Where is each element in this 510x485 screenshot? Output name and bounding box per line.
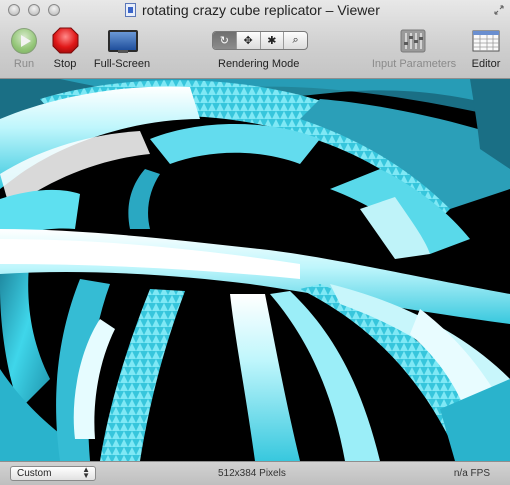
zoom-window-button[interactable] — [48, 4, 60, 16]
window-title: rotating crazy cube replicator – Viewer — [142, 2, 380, 18]
render-viewport[interactable] — [0, 79, 510, 461]
run-label: Run — [13, 58, 35, 70]
minimize-window-button[interactable] — [28, 4, 40, 16]
editor-grid-icon[interactable] — [472, 30, 500, 52]
fullscreen-arrows-icon[interactable] — [494, 5, 504, 15]
input-parameters-label: Input Parameters — [371, 58, 457, 70]
stop-icon[interactable] — [52, 27, 79, 54]
bug-icon[interactable]: ✱ — [261, 32, 285, 49]
stepper-arrows-icon: ▲ ▼ — [82, 465, 90, 480]
move-icon[interactable]: ✥ — [237, 32, 261, 49]
close-window-button[interactable] — [8, 4, 20, 16]
status-bar: Custom ▲ ▼ 512x384 Pixels n/a FPS — [0, 461, 510, 485]
stop-label: Stop — [53, 58, 77, 70]
rendered-cube-replicator-image — [0, 79, 510, 461]
run-icon[interactable] — [11, 28, 37, 54]
rendering-mode-label: Rendering Mode — [218, 58, 300, 70]
title-toolbar: rotating crazy cube replicator – Viewer … — [0, 0, 510, 79]
rotate-icon[interactable]: ↻ — [213, 32, 237, 49]
rendering-mode-control: ↻ ✥ ✱ ⌕ — [212, 31, 308, 50]
document-icon — [125, 3, 136, 17]
resolution-mode-select[interactable]: Custom ▲ ▼ — [10, 466, 96, 481]
fps-readout: n/a FPS — [453, 468, 490, 479]
editor-label: Editor — [471, 58, 501, 70]
pixel-size-readout: 512x384 Pixels — [218, 468, 286, 479]
viewer-window: rotating crazy cube replicator – Viewer … — [0, 0, 510, 485]
monitor-icon[interactable] — [108, 30, 138, 53]
resolution-mode-value: Custom — [17, 468, 52, 479]
fullscreen-label: Full-Screen — [93, 58, 151, 70]
magnifier-icon[interactable]: ⌕ — [284, 32, 307, 49]
sliders-icon[interactable] — [400, 29, 426, 53]
